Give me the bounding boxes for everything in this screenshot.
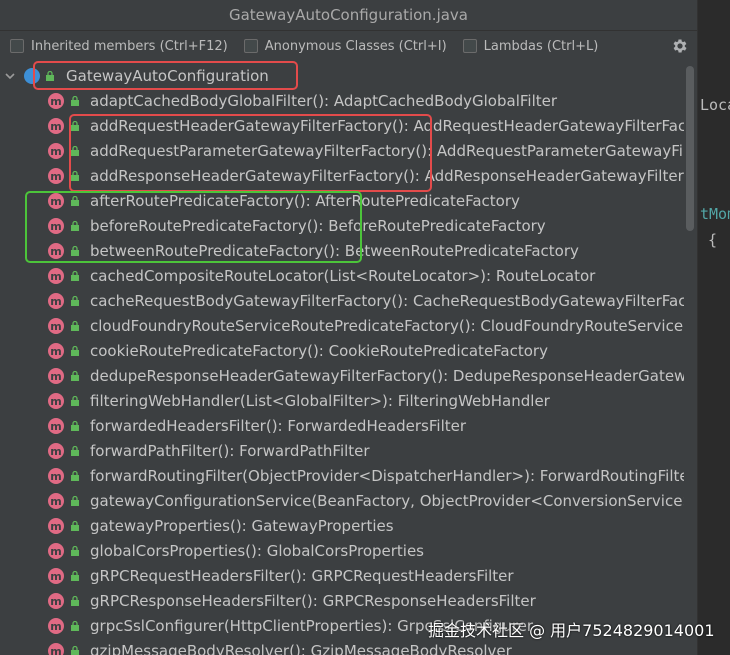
editor-line: tMom	[700, 205, 730, 223]
lambdas-checkbox[interactable]	[462, 39, 477, 53]
method-icon: m	[48, 268, 64, 284]
method-icon: m	[48, 168, 64, 184]
method-icon: m	[48, 368, 64, 384]
filter-inherited-members[interactable]: Inherited members (Ctrl+F12)	[10, 39, 228, 54]
chevron-down-icon[interactable]	[4, 70, 16, 82]
tree-method-item[interactable]: m gatewayConfigurationService(BeanFactory…	[0, 489, 684, 514]
watermark: 掘金技术社区 @ 用户7524829014001	[428, 621, 715, 640]
lock-icon	[71, 446, 79, 456]
tree-method-item[interactable]: m gatewayProperties(): GatewayProperties	[0, 514, 684, 539]
tree-scrollbar[interactable]	[684, 64, 697, 655]
method-icon: m	[48, 443, 64, 459]
method-icon: m	[48, 493, 64, 509]
method-icon: m	[48, 143, 64, 159]
method-icon: m	[48, 568, 64, 584]
gear-icon[interactable]	[671, 37, 689, 55]
tree-method-item[interactable]: m cachedCompositeRouteLocator(List<RouteL…	[0, 264, 684, 289]
tree-method-label: forwardRoutingFilter(ObjectProvider<Disp…	[90, 467, 684, 485]
code-editor-gutter: Locat tMom {	[697, 0, 730, 655]
tree-method-label: cloudFoundryRouteServiceRoutePredicateFa…	[90, 317, 684, 335]
lock-icon	[71, 496, 79, 506]
filter-lambdas[interactable]: Lambdas (Ctrl+L)	[462, 38, 599, 54]
tree-method-item[interactable]: m forwardRoutingFilter(ObjectProvider<Dis…	[0, 464, 684, 489]
lock-icon	[71, 371, 79, 381]
method-icon: m	[48, 393, 64, 409]
tree-method-item[interactable]: m gRPCRequestHeadersFilter(): GRPCRequest…	[0, 564, 684, 589]
highlight-box-predicate-factories	[25, 191, 362, 263]
lock-icon	[71, 271, 79, 281]
tree-method-label: dedupeResponseHeaderGatewayFilterFactory…	[90, 367, 684, 385]
method-icon: m	[48, 543, 64, 559]
filter-label: Lambdas (Ctrl+L)	[483, 38, 599, 54]
method-icon: m	[48, 118, 64, 134]
method-icon: m	[48, 518, 64, 534]
lock-icon	[71, 621, 79, 631]
method-icon: m	[48, 418, 64, 434]
method-icon: m	[48, 468, 64, 484]
filter-anonymous-classes[interactable]: Anonymous Classes (Ctrl+I)	[243, 38, 447, 54]
tree-method-label: gRPCRequestHeadersFilter(): GRPCRequestH…	[90, 567, 514, 585]
editor-line: {	[708, 231, 718, 249]
editor-line: Locat	[700, 96, 730, 114]
lock-icon	[71, 346, 79, 356]
tree-method-item[interactable]: m gRPCResponseHeadersFilter(): GRPCRespon…	[0, 589, 684, 614]
tree-method-item[interactable]: m dedupeResponseHeaderGatewayFilterFactor…	[0, 364, 684, 389]
tree-method-label: cookieRoutePredicateFactory(): CookieRou…	[90, 342, 548, 360]
tree-method-label: forwardPathFilter(): ForwardPathFilter	[90, 442, 370, 460]
lock-icon	[71, 596, 79, 606]
tree-method-item[interactable]: m gzipMessageBodyResolver(): GzipMessageB…	[0, 639, 684, 655]
tree-method-label: gzipMessageBodyResolver(): GzipMessageBo…	[90, 642, 512, 655]
lock-icon	[71, 471, 79, 481]
lock-icon	[71, 296, 79, 306]
inherited-members-checkbox[interactable]	[10, 39, 24, 53]
tree-method-label: gatewayConfigurationService(BeanFactory,…	[90, 492, 684, 510]
highlight-box-root	[33, 61, 298, 90]
structure-panel: GatewayAutoConfiguration.java Inherited …	[0, 0, 697, 655]
filter-toolbar: Inherited members (Ctrl+F12) Anonymous C…	[0, 31, 697, 61]
lock-icon	[71, 396, 79, 406]
tree-method-label: gRPCResponseHeadersFilter(): GRPCRespons…	[90, 592, 536, 610]
tree-method-item[interactable]: m globalCorsProperties(): GlobalCorsPrope…	[0, 539, 684, 564]
scrollbar-thumb[interactable]	[686, 66, 694, 231]
tree-method-item[interactable]: m cacheRequestBodyGatewayFilterFactory():…	[0, 289, 684, 314]
tree-method-label: gatewayProperties(): GatewayProperties	[90, 517, 394, 535]
method-icon: m	[48, 318, 64, 334]
anonymous-classes-checkbox[interactable]	[243, 39, 258, 53]
tree-method-label: cachedCompositeRouteLocator(List<RouteLo…	[90, 267, 596, 285]
lock-icon	[71, 571, 79, 581]
tree-method-label: forwardedHeadersFilter(): ForwardedHeade…	[90, 417, 467, 435]
method-icon: m	[48, 293, 64, 309]
tree-method-item[interactable]: m filteringWebHandler(List<GlobalFilter>)…	[0, 389, 684, 414]
lock-icon	[71, 96, 79, 106]
tree-method-item[interactable]: m forwardedHeadersFilter(): ForwardedHead…	[0, 414, 684, 439]
filter-label: Anonymous Classes (Ctrl+I)	[264, 38, 447, 54]
highlight-box-filter-factories	[69, 114, 432, 192]
filter-label: Inherited members (Ctrl+F12)	[31, 38, 228, 54]
tree-method-item[interactable]: m forwardPathFilter(): ForwardPathFilter	[0, 439, 684, 464]
method-icon: m	[48, 593, 64, 609]
lock-icon	[71, 646, 79, 655]
tree-method-item[interactable]: m cloudFoundryRouteServiceRoutePredicateF…	[0, 314, 684, 339]
lock-icon	[71, 421, 79, 431]
method-icon: m	[48, 93, 64, 109]
tree-method-label: filteringWebHandler(List<GlobalFilter>):…	[90, 392, 550, 410]
panel-title: GatewayAutoConfiguration.java	[0, 0, 697, 31]
tree-method-label: adaptCachedBodyGlobalFilter(): AdaptCach…	[90, 92, 558, 110]
tree-method-item[interactable]: m cookieRoutePredicateFactory(): CookieRo…	[0, 339, 684, 364]
lock-icon	[71, 521, 79, 531]
lock-icon	[71, 546, 79, 556]
method-icon: m	[48, 343, 64, 359]
tree-method-label: globalCorsProperties(): GlobalCorsProper…	[90, 542, 424, 560]
tree-method-label: cacheRequestBodyGatewayFilterFactory(): …	[90, 292, 684, 310]
method-icon: m	[48, 643, 64, 655]
lock-icon	[71, 321, 79, 331]
method-icon: m	[48, 618, 64, 634]
tree-method-item[interactable]: m adaptCachedBodyGlobalFilter(): AdaptCac…	[0, 89, 684, 114]
